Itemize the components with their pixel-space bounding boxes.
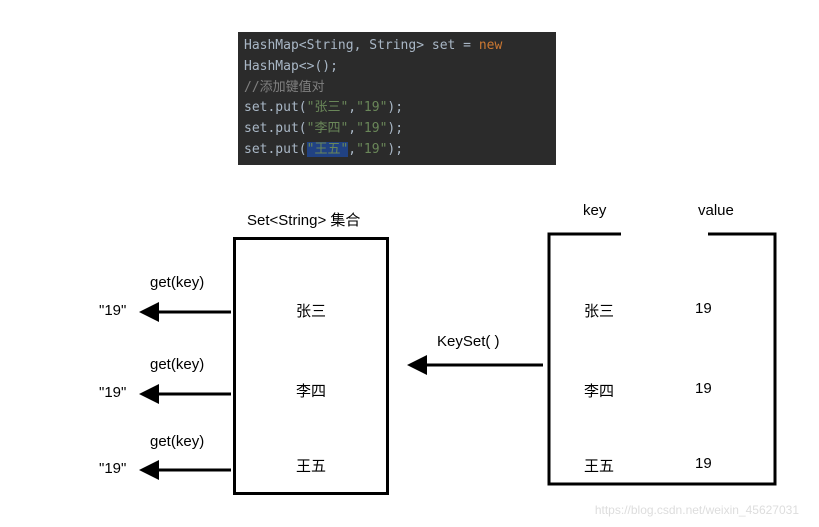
map-key-3: 王五 (584, 455, 614, 476)
result-3: "19" (99, 460, 126, 477)
map-value-1: 19 (695, 300, 712, 317)
map-value-2: 19 (695, 380, 712, 397)
code-block: HashMap<String, String> set = new HashMa… (238, 32, 556, 165)
set-item-2: 李四 (233, 380, 389, 401)
result-1: "19" (99, 302, 126, 319)
get-label-1: get(key) (150, 274, 204, 291)
set-title-label: Set<String> 集合 (247, 209, 360, 230)
code-line-5: set.put("王五","19"); (244, 140, 550, 161)
key-column-label: key (583, 202, 606, 219)
set-item-1: 张三 (233, 300, 389, 321)
get-label-2: get(key) (150, 356, 204, 373)
map-value-3: 19 (695, 455, 712, 472)
get-label-3: get(key) (150, 433, 204, 450)
map-key-1: 张三 (584, 300, 614, 321)
code-line-3: set.put("张三","19"); (244, 98, 550, 119)
arrow-get-2-icon (137, 379, 233, 409)
code-line-4: set.put("李四","19"); (244, 119, 550, 140)
code-line-1: HashMap<String, String> set = new HashMa… (244, 36, 550, 78)
result-2: "19" (99, 384, 126, 401)
arrow-keyset-icon (405, 350, 545, 380)
value-column-label: value (698, 202, 734, 219)
set-item-3: 王五 (233, 455, 389, 476)
code-line-2: //添加键值对 (244, 78, 550, 99)
map-box (547, 232, 777, 486)
watermark: https://blog.csdn.net/weixin_45627031 (595, 503, 799, 517)
map-key-2: 李四 (584, 380, 614, 401)
keyset-label: KeySet( ) (437, 333, 500, 350)
arrow-get-3-icon (137, 455, 233, 485)
arrow-get-1-icon (137, 297, 233, 327)
